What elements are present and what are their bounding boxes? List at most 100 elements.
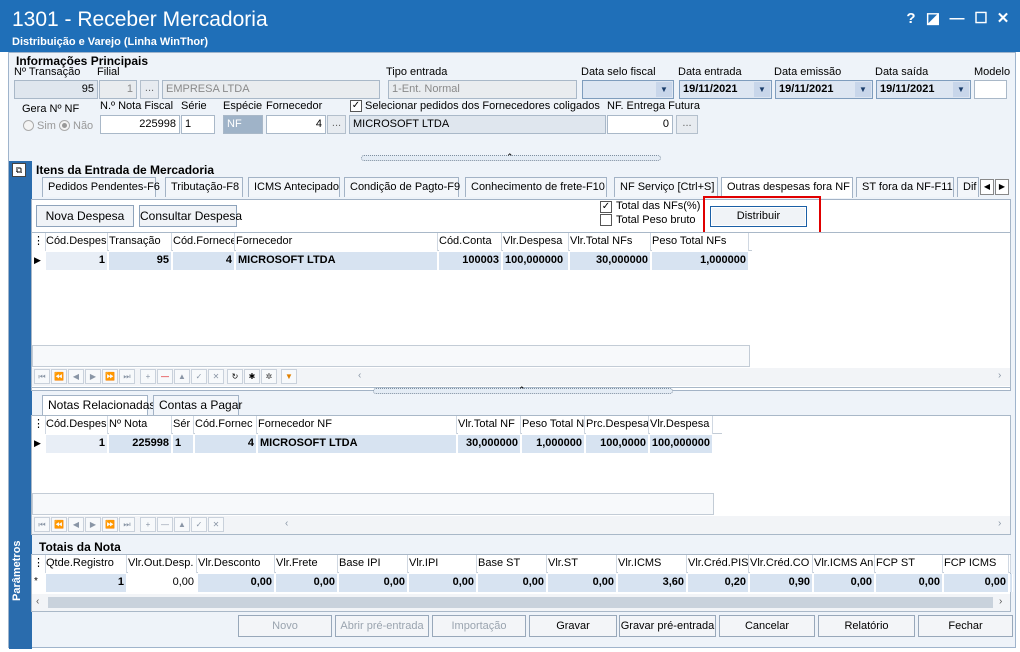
prev-record-icon[interactable]: ◀ (68, 517, 84, 532)
col-totais-4[interactable]: Base IPI (339, 555, 408, 573)
distribuir-button[interactable]: Distribuir (710, 206, 807, 227)
scroll-thumb[interactable] (48, 597, 993, 608)
cell-totais-12[interactable]: 0,00 (876, 574, 943, 592)
col-totais-2[interactable]: Vlr.Desconto (198, 555, 275, 573)
scroll-right-icon[interactable]: › (999, 596, 1002, 607)
tab-st-fora[interactable]: ST fora da NF-F11 (856, 177, 954, 197)
next-page-icon[interactable]: ⏩ (102, 517, 118, 532)
nf-entrega-search-button[interactable]: ... (676, 115, 698, 134)
cell-totais-1[interactable]: 0,00 (128, 574, 197, 592)
table-row[interactable]: * 1 0,00 0,00 0,00 0,00 0,00 0,00 0,00 3,60 0,20 0… (32, 574, 1013, 592)
cell-totais-6[interactable]: 0,00 (478, 574, 547, 592)
grid-menu-icon[interactable]: ⋮ (32, 416, 46, 434)
col-num-nota[interactable]: Nº Nota (109, 416, 172, 434)
col-cod-conta[interactable]: Cód.Conta (439, 233, 502, 251)
cell-totais-2[interactable]: 0,00 (198, 574, 275, 592)
data-saida-field[interactable]: 19/11/2021 ▼ (876, 80, 971, 99)
importacao-button[interactable]: Importação (432, 615, 526, 637)
tab-scroll-right-icon[interactable]: ▶ (995, 179, 1009, 195)
scroll-right-icon[interactable]: › (998, 518, 1001, 529)
last-record-icon[interactable]: ⏭ (119, 369, 135, 384)
gravar-button[interactable]: Gravar (529, 615, 617, 637)
tab-outras-despesas[interactable]: Outras despesas fora NF (721, 177, 853, 198)
filter-asterisk-icon[interactable]: ✱ (244, 369, 260, 384)
fechar-button[interactable]: Fechar (918, 615, 1013, 637)
fornecedor-field[interactable]: 4 (266, 115, 326, 134)
nova-despesa-button[interactable]: Nova Despesa (36, 205, 134, 227)
next-record-icon[interactable]: ▶ (85, 369, 101, 384)
table-row[interactable]: ▶ 1 225998 1 4 MICROSOFT LTDA 30,000000 … (32, 435, 722, 453)
next-record-icon[interactable]: ▶ (85, 517, 101, 532)
cell-totais-9[interactable]: 0,20 (688, 574, 749, 592)
data-selo-field[interactable]: ▼ (582, 80, 674, 99)
cell-prc-despesa[interactable]: 100,0000 (586, 435, 649, 453)
tab-pedidos[interactable]: Pedidos Pendentes-F6 (42, 177, 160, 197)
minimize-icon[interactable]: — (948, 10, 966, 28)
cell-cod-despesa[interactable]: 1 (46, 252, 108, 270)
cell-totais-3[interactable]: 0,00 (276, 574, 338, 592)
scroll-left-icon[interactable]: ‹ (285, 518, 288, 529)
tab-dif[interactable]: Dif (957, 177, 979, 197)
chevron-down-icon[interactable]: ▼ (754, 82, 770, 97)
cell-cod-fornecedor[interactable]: 4 (173, 252, 235, 270)
modelo-field[interactable] (974, 80, 1007, 99)
first-record-icon[interactable]: ⏮ (34, 369, 50, 384)
col-totais-12[interactable]: FCP ST (876, 555, 943, 573)
cancelar-button[interactable]: Cancelar (719, 615, 815, 637)
tipo-entrada-select[interactable]: 1-Ent. Normal (388, 80, 577, 99)
cell-vlr-total-nfs[interactable]: 30,000000 (570, 252, 651, 270)
col-totais-7[interactable]: Vlr.ST (548, 555, 617, 573)
cell-cod-conta[interactable]: 100003 (439, 252, 502, 270)
col-serie[interactable]: Sér (173, 416, 194, 434)
scroll-left-icon[interactable]: ‹ (358, 370, 361, 381)
chevron-down-icon[interactable]: ▼ (953, 82, 969, 97)
filial-field[interactable]: 1 (99, 80, 137, 99)
delete-icon[interactable]: — (157, 517, 173, 532)
cell-fornecedor[interactable]: MICROSOFT LTDA (236, 252, 438, 270)
sim-radio[interactable] (23, 120, 34, 131)
data-emissao-field[interactable]: 19/11/2021 ▼ (775, 80, 873, 99)
cell-vlr-despesa[interactable]: 100,000000 (503, 252, 569, 270)
cell-totais-14[interactable] (1010, 574, 1013, 592)
col-fornecedor[interactable]: Fornecedor (236, 233, 438, 251)
table-row[interactable]: ▶ 1 95 4 MICROSOFT LTDA 100003 100,00000… (32, 252, 752, 270)
prev-page-icon[interactable]: ⏪ (51, 369, 67, 384)
cell-totais-13[interactable]: 0,00 (944, 574, 1009, 592)
cell-totais-4[interactable]: 0,00 (339, 574, 408, 592)
close-icon[interactable]: ✕ (994, 10, 1012, 28)
nao-radio[interactable] (59, 120, 70, 131)
edit-icon[interactable]: ▲ (174, 369, 190, 384)
serie-field[interactable]: 1 (181, 115, 215, 134)
cell-cod-fornecedor[interactable]: 4 (195, 435, 257, 453)
col-totais-1[interactable]: Vlr.Out.Desp. (128, 555, 197, 573)
tab-icms-antecipado[interactable]: ICMS Antecipado (248, 177, 340, 197)
col-peso-total-nf[interactable]: Peso Total N (522, 416, 585, 434)
post-icon[interactable]: ✓ (191, 517, 207, 532)
last-record-icon[interactable]: ⏭ (119, 517, 135, 532)
col-totais-5[interactable]: Vlr.IPI (409, 555, 477, 573)
col-totais-3[interactable]: Vlr.Frete (276, 555, 338, 573)
total-nfs-checkbox[interactable]: ✓ (600, 201, 612, 213)
col-fornecedor-nf[interactable]: Fornecedor NF (258, 416, 457, 434)
relatorio-button[interactable]: Relatório (818, 615, 915, 637)
tab-contas-pagar[interactable]: Contas a Pagar (153, 395, 242, 415)
col-prc-despesa[interactable]: Prc.Despesa (586, 416, 649, 434)
cell-totais-11[interactable]: 0,00 (814, 574, 875, 592)
cell-vlr-total-nf[interactable]: 30,000000 (458, 435, 521, 453)
cell-totais-5[interactable]: 0,00 (409, 574, 477, 592)
tab-tributacao[interactable]: Tributação-F8 (165, 177, 243, 197)
edit-icon[interactable]: ▲ (174, 517, 190, 532)
cell-totais-7[interactable]: 0,00 (548, 574, 617, 592)
cell-vlr-despesa[interactable]: 100,000000 (650, 435, 713, 453)
insert-icon[interactable]: + (140, 369, 156, 384)
especie-field[interactable]: NF (223, 115, 263, 134)
col-peso-total[interactable]: Peso Total NFs (652, 233, 749, 251)
col-totais-11[interactable]: Vlr.ICMS An (814, 555, 875, 573)
col-totais-0[interactable]: Qtde.Registro (46, 555, 127, 573)
totais-scrollbar[interactable]: ‹ › (32, 594, 1010, 611)
prev-page-icon[interactable]: ⏪ (51, 517, 67, 532)
insert-icon[interactable]: + (140, 517, 156, 532)
scroll-right-icon[interactable]: › (998, 370, 1001, 381)
clear-filter-icon[interactable]: ✲ (261, 369, 277, 384)
window-float-icon[interactable]: ⧉ (12, 163, 26, 177)
